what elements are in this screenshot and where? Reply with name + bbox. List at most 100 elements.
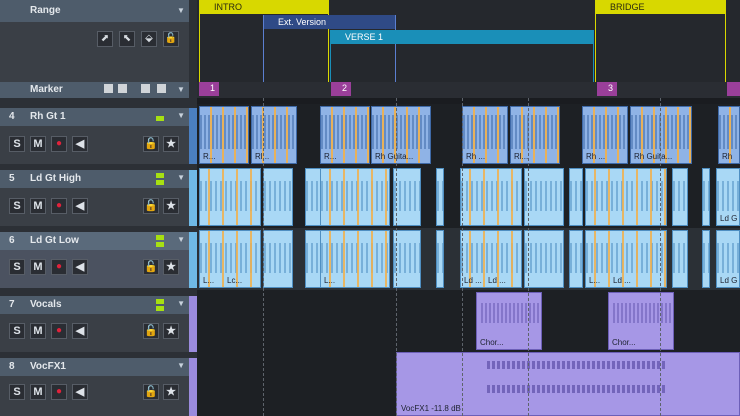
solo-button[interactable]: S — [9, 259, 25, 275]
marker-lock-icon[interactable] — [157, 84, 166, 93]
monitor-icon[interactable]: ◀ — [72, 323, 88, 339]
track-name[interactable]: VocFX1 — [30, 361, 66, 372]
monitor-icon[interactable]: ◀ — [72, 384, 88, 400]
audio-clip[interactable]: Chor... — [608, 292, 674, 350]
mute-button[interactable]: M — [30, 198, 46, 214]
audio-clip[interactable] — [460, 168, 522, 226]
audio-clip[interactable]: Ld ... Ld ... — [460, 230, 522, 288]
track-name[interactable]: Vocals — [30, 299, 62, 310]
audio-clip[interactable] — [320, 168, 390, 226]
audio-clip[interactable] — [702, 230, 710, 288]
marker-tool-b-icon[interactable] — [118, 84, 127, 93]
section-bridge[interactable]: BRIDGE — [595, 0, 726, 82]
audio-clip[interactable] — [585, 168, 667, 226]
audio-clip[interactable] — [199, 168, 261, 226]
audio-clip[interactable] — [569, 230, 583, 288]
track-name[interactable]: Ld Gt High — [30, 173, 81, 184]
track-row-7[interactable]: 7 Vocals ▼ S M ● ◀ 🔓 ★ — [0, 296, 189, 352]
audio-clip[interactable]: R... — [320, 106, 370, 164]
star-icon[interactable]: ★ — [163, 198, 179, 214]
range-tool-c-icon[interactable]: ⬙ — [141, 31, 157, 47]
audio-clip[interactable]: L... Ld ... — [585, 230, 667, 288]
audio-clip[interactable] — [393, 230, 421, 288]
track-row-4[interactable]: 4 Rh Gt 1 ▼ S M ● ◀ 🔓 ★ — [0, 108, 189, 164]
mute-button[interactable]: M — [30, 384, 46, 400]
record-button[interactable]: ● — [51, 198, 67, 214]
lock-icon[interactable]: 🔓 — [143, 384, 159, 400]
solo-button[interactable]: S — [9, 198, 25, 214]
audio-clip[interactable] — [436, 168, 444, 226]
audio-clip[interactable] — [569, 168, 583, 226]
marker-menu-icon[interactable]: ▼ — [177, 85, 185, 94]
star-icon[interactable]: ★ — [163, 384, 179, 400]
mute-button[interactable]: M — [30, 136, 46, 152]
marker-flag[interactable]: 2 — [331, 82, 351, 96]
star-icon[interactable]: ★ — [163, 259, 179, 275]
lock-icon[interactable]: 🔓 — [143, 136, 159, 152]
record-button[interactable]: ● — [51, 136, 67, 152]
lock-icon[interactable]: 🔓 — [143, 323, 159, 339]
audio-clip[interactable] — [305, 168, 321, 226]
track-name[interactable]: Rh Gt 1 — [30, 111, 66, 122]
monitor-icon[interactable]: ◀ — [72, 136, 88, 152]
range-lock-icon[interactable]: 🔓 — [163, 31, 179, 47]
audio-clip[interactable]: Ld G — [716, 168, 740, 226]
monitor-icon[interactable]: ◀ — [72, 259, 88, 275]
audio-clip[interactable] — [524, 230, 564, 288]
solo-button[interactable]: S — [9, 384, 25, 400]
track-row-8[interactable]: 8 VocFX1 ▼ S M ● ◀ 🔓 ★ — [0, 358, 189, 416]
marker-flag[interactable]: 3 — [597, 82, 617, 96]
range-menu-icon[interactable]: ▼ — [177, 6, 185, 15]
audio-clip[interactable] — [263, 168, 293, 226]
audio-clip[interactable] — [524, 168, 564, 226]
record-button[interactable]: ● — [51, 323, 67, 339]
audio-clip[interactable]: VocFX1 -11.8 dB — [396, 352, 740, 416]
audio-clip[interactable] — [305, 230, 321, 288]
marker-tool-a-icon[interactable] — [104, 84, 113, 93]
star-icon[interactable]: ★ — [163, 136, 179, 152]
audio-clip[interactable]: Rl... — [251, 106, 297, 164]
audio-clip[interactable]: Rh Guita... — [371, 106, 431, 164]
audio-clip[interactable]: L... — [320, 230, 390, 288]
audio-clip[interactable]: Chor... — [476, 292, 542, 350]
audio-clip[interactable]: Rl... — [510, 106, 560, 164]
record-button[interactable]: ● — [51, 259, 67, 275]
track-menu-icon[interactable]: ▼ — [177, 299, 185, 308]
track-menu-icon[interactable]: ▼ — [177, 361, 185, 370]
solo-button[interactable]: S — [9, 136, 25, 152]
arrange-view[interactable]: INTRO Ext. Version VERSE 1 BRIDGE 1 2 3 … — [197, 0, 740, 416]
track-menu-icon[interactable]: ▼ — [177, 235, 185, 244]
mute-button[interactable]: M — [30, 323, 46, 339]
track-menu-icon[interactable]: ▼ — [177, 173, 185, 182]
track-name[interactable]: Ld Gt Low — [30, 235, 79, 246]
audio-clip[interactable]: Rh ... — [462, 106, 508, 164]
audio-clip[interactable]: Rh Guita... — [630, 106, 692, 164]
audio-clip[interactable]: R... — [199, 106, 249, 164]
solo-button[interactable]: S — [9, 323, 25, 339]
audio-clip[interactable] — [436, 230, 444, 288]
audio-clip[interactable] — [672, 168, 688, 226]
audio-clip[interactable]: Ld G — [716, 230, 740, 288]
range-tool-a-icon[interactable]: ⬈ — [97, 31, 113, 47]
section-verse-1[interactable]: VERSE 1 — [330, 30, 594, 82]
lock-icon[interactable]: 🔓 — [143, 259, 159, 275]
audio-clip[interactable] — [702, 168, 710, 226]
marker-flag[interactable]: 1 — [199, 82, 219, 96]
lock-icon[interactable]: 🔓 — [143, 198, 159, 214]
audio-clip[interactable] — [393, 168, 421, 226]
track-row-6[interactable]: 6 Ld Gt Low ▼ S M ● ◀ 🔓 ★ — [0, 232, 189, 288]
marker-flag[interactable] — [727, 82, 740, 96]
track-menu-icon[interactable]: ▼ — [177, 111, 185, 120]
track-row-5[interactable]: 5 Ld Gt High ▼ S M ● ◀ 🔓 ★ — [0, 170, 189, 226]
range-tool-b-icon[interactable]: ⬉ — [119, 31, 135, 47]
record-button[interactable]: ● — [51, 384, 67, 400]
mute-button[interactable]: M — [30, 259, 46, 275]
audio-clip[interactable]: L... Lc... — [199, 230, 261, 288]
audio-clip[interactable]: Rh ... — [582, 106, 628, 164]
star-icon[interactable]: ★ — [163, 323, 179, 339]
marker-tool-c-icon[interactable] — [141, 84, 150, 93]
audio-clip[interactable]: Rh — [718, 106, 740, 164]
monitor-icon[interactable]: ◀ — [72, 198, 88, 214]
audio-clip[interactable] — [263, 230, 293, 288]
audio-clip[interactable] — [672, 230, 688, 288]
